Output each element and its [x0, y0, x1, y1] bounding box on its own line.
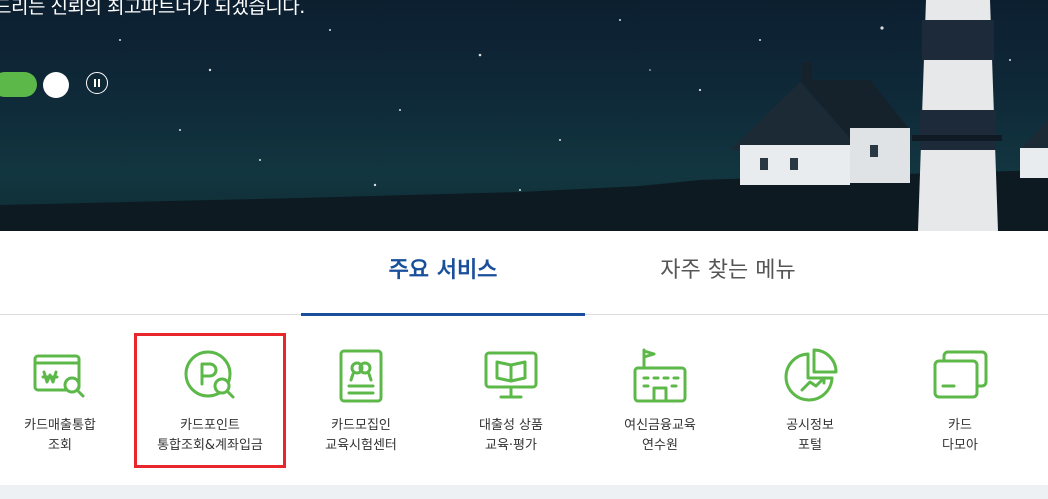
slide-indicator-dot[interactable]: [43, 72, 69, 98]
hero-headline: 드리는 신뢰의 최고파트너가 되겠습니다.: [0, 0, 305, 18]
service-label: 대출성 상품 교육·평가: [479, 418, 543, 453]
tab-frequent-menu[interactable]: 자주 찾는 메뉴: [586, 231, 870, 315]
hero-banner: 드리는 신뢰의 최고파트너가 되겠습니다.: [0, 0, 1048, 231]
card-stack-icon: [933, 350, 988, 399]
education-monitor-icon: [484, 351, 538, 399]
service-tabs: 주요 서비스 자주 찾는 메뉴: [0, 231, 1048, 316]
service-label: 카드매출통합 조회: [24, 418, 96, 453]
service-card-damoa[interactable]: 카드 다모아: [890, 330, 1030, 470]
slide-indicator-active[interactable]: [0, 72, 37, 97]
service-label: 카드 다모아: [942, 418, 978, 453]
highlight-box: [134, 333, 286, 468]
service-recruiter-exam[interactable]: 카드모집인 교육시험센터: [291, 330, 431, 470]
lighthouse-night-illustration: [0, 0, 1048, 231]
tab-main-services[interactable]: 주요 서비스: [301, 231, 585, 316]
disclosure-chart-icon: [784, 348, 838, 402]
service-label: 공시정보 포털: [786, 418, 834, 453]
service-label: 카드모집인 교육시험센터: [325, 418, 397, 453]
card-sales-search-icon: [33, 354, 85, 398]
service-loan-education[interactable]: 대출성 상품 교육·평가: [441, 330, 581, 470]
service-disclosure-portal[interactable]: 공시정보 포털: [740, 330, 880, 470]
pause-icon[interactable]: [86, 72, 108, 94]
service-card-sales[interactable]: 카드매출통합 조회: [0, 330, 130, 470]
footer-background-strip: [0, 485, 1048, 499]
service-label: 여신금융교육 연수원: [624, 418, 696, 453]
recruiter-certificate-icon: [339, 349, 383, 403]
service-training-institute[interactable]: 여신금융교육 연수원: [590, 330, 730, 470]
training-building-icon: [633, 348, 687, 403]
